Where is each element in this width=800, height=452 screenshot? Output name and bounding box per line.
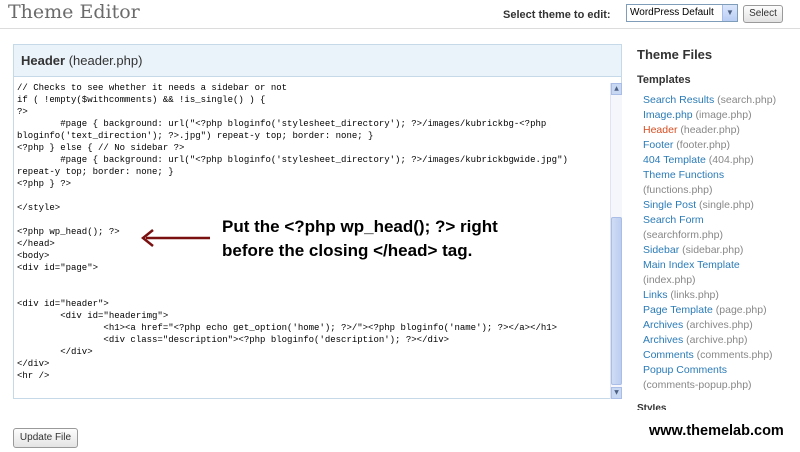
- code-line: </head>: [17, 239, 55, 249]
- code-line: // Checks to see whether it needs a side…: [17, 83, 288, 93]
- template-link[interactable]: Popup Comments: [643, 364, 727, 376]
- template-filename: (archives.php): [683, 319, 753, 331]
- template-filename: (index.php): [643, 274, 696, 286]
- template-link[interactable]: Comments: [643, 349, 694, 361]
- template-list-item[interactable]: Page Template (page.php): [643, 303, 767, 318]
- file-editor-header: Header (header.php): [14, 45, 621, 77]
- template-list-item[interactable]: (index.php): [643, 273, 696, 288]
- code-line: <h1><a href="<?php echo get_option('home…: [17, 323, 558, 333]
- template-filename: (comments.php): [693, 349, 773, 361]
- annotation-arrow-icon: [140, 229, 210, 247]
- template-link[interactable]: Archives: [643, 334, 683, 346]
- template-filename: (links.php): [667, 289, 719, 301]
- template-list-item[interactable]: Theme Functions: [643, 168, 724, 183]
- template-list-item[interactable]: Comments (comments.php): [643, 348, 773, 363]
- template-filename: (archive.php): [683, 334, 748, 346]
- template-list-item[interactable]: Footer (footer.php): [643, 138, 730, 153]
- code-line: <hr />: [17, 371, 50, 381]
- callout-line-2: before the closing </head> tag.: [222, 241, 473, 260]
- file-title: Header (header.php): [21, 53, 142, 68]
- code-line: <div class="description"><?php bloginfo(…: [17, 335, 450, 345]
- theme-files-heading: Theme Files: [637, 47, 713, 62]
- code-line: #page { background: url("<?php bloginfo(…: [17, 155, 568, 165]
- scroll-up-icon[interactable]: ▲: [611, 83, 622, 95]
- file-title-filename: (header.php): [68, 53, 143, 68]
- template-filename: (sidebar.php): [679, 244, 744, 256]
- template-list-item[interactable]: Archives (archive.php): [643, 333, 747, 348]
- select-theme-button[interactable]: Select: [743, 5, 783, 23]
- code-line: </style>: [17, 203, 61, 213]
- template-list-item[interactable]: Single Post (single.php): [643, 198, 754, 213]
- template-link[interactable]: Theme Functions: [643, 169, 724, 181]
- scroll-down-icon[interactable]: ▼: [611, 387, 622, 399]
- code-scrollbar[interactable]: ▲ ▼: [610, 83, 622, 399]
- annotation-callout: Put the <?php wp_head(); ?> right before…: [222, 215, 498, 263]
- update-file-button[interactable]: Update File: [13, 428, 78, 448]
- templates-heading: Templates: [637, 74, 691, 86]
- template-filename: (comments-popup.php): [643, 379, 752, 391]
- callout-line-1: Put the <?php wp_head(); ?> right: [222, 217, 498, 236]
- template-filename: (header.php): [677, 124, 740, 136]
- code-line: <?php } else { // No sidebar ?>: [17, 143, 185, 153]
- code-line: </div>: [17, 359, 50, 369]
- template-list-item[interactable]: Search Results (search.php): [643, 93, 776, 108]
- file-title-name: Header: [21, 53, 66, 68]
- template-list-item[interactable]: Main Index Template: [643, 258, 740, 273]
- template-link[interactable]: Footer: [643, 139, 673, 151]
- chevron-down-icon[interactable]: ▼: [722, 5, 737, 21]
- code-line: <div id="header">: [17, 299, 109, 309]
- code-line: repeat-y top; border: none; }: [17, 167, 174, 177]
- template-link[interactable]: Archives: [643, 319, 683, 331]
- code-line: <div id="page">: [17, 263, 99, 273]
- template-link[interactable]: Single Post: [643, 199, 696, 211]
- code-line: bloginfo('text_direction'); ?>.jpg") rep…: [17, 131, 374, 141]
- template-link[interactable]: Page Template: [643, 304, 713, 316]
- theme-select-dropdown[interactable]: WordPress Default ▼: [626, 4, 738, 22]
- template-link[interactable]: Links: [643, 289, 668, 301]
- template-filename: (searchform.php): [643, 229, 723, 241]
- template-link[interactable]: Search Results: [643, 94, 714, 106]
- template-link[interactable]: 404 Template: [643, 154, 706, 166]
- template-filename: (404.php): [705, 154, 754, 166]
- template-link[interactable]: Header: [643, 124, 677, 136]
- code-line: if ( !empty($withcomments) && !is_single…: [17, 95, 266, 105]
- template-list-item[interactable]: (functions.php): [643, 183, 712, 198]
- code-line: #page { background: url("<?php bloginfo(…: [17, 119, 547, 129]
- template-list-item[interactable]: Search Form: [643, 213, 704, 228]
- template-list-item[interactable]: Image.php (image.php): [643, 108, 752, 123]
- template-filename: (functions.php): [643, 184, 713, 196]
- template-list-item[interactable]: 404 Template (404.php): [643, 153, 754, 168]
- template-filename: (search.php): [714, 94, 777, 106]
- template-filename: (page.php): [712, 304, 767, 316]
- page-title: Theme Editor: [8, 1, 140, 23]
- scroll-thumb[interactable]: [611, 217, 622, 385]
- template-list-item[interactable]: Archives (archives.php): [643, 318, 753, 333]
- code-line: <?php } ?>: [17, 179, 72, 189]
- template-list-item[interactable]: Popup Comments: [643, 363, 727, 378]
- template-list: Search Results (search.php) Image.php (im…: [643, 93, 793, 393]
- watermark: www.themelab.com: [649, 423, 784, 439]
- template-filename: (single.php): [696, 199, 754, 211]
- template-link[interactable]: Sidebar: [643, 244, 679, 256]
- template-list-item[interactable]: (comments-popup.php): [643, 378, 752, 393]
- code-line: <div id="headerimg">: [17, 311, 169, 321]
- template-list-item[interactable]: (searchform.php): [643, 228, 723, 243]
- template-filename: (image.php): [692, 109, 752, 121]
- header-divider: [0, 28, 800, 29]
- template-filename: (footer.php): [673, 139, 730, 151]
- template-list-item[interactable]: Header (header.php): [643, 123, 740, 138]
- styles-heading: Styles: [637, 404, 667, 410]
- template-list-item[interactable]: Sidebar (sidebar.php): [643, 243, 743, 258]
- template-list-item[interactable]: Links (links.php): [643, 288, 719, 303]
- template-link[interactable]: Search Form: [643, 214, 704, 226]
- code-line: </div>: [17, 347, 93, 357]
- theme-select-value: WordPress Default: [630, 7, 714, 18]
- template-link[interactable]: Image.php: [643, 109, 693, 121]
- code-line: ?>: [17, 107, 28, 117]
- code-line: <body>: [17, 251, 50, 261]
- theme-select-label: Select theme to edit:: [503, 9, 611, 21]
- code-line: <?php wp_head(); ?>: [17, 227, 120, 237]
- template-link[interactable]: Main Index Template: [643, 259, 740, 271]
